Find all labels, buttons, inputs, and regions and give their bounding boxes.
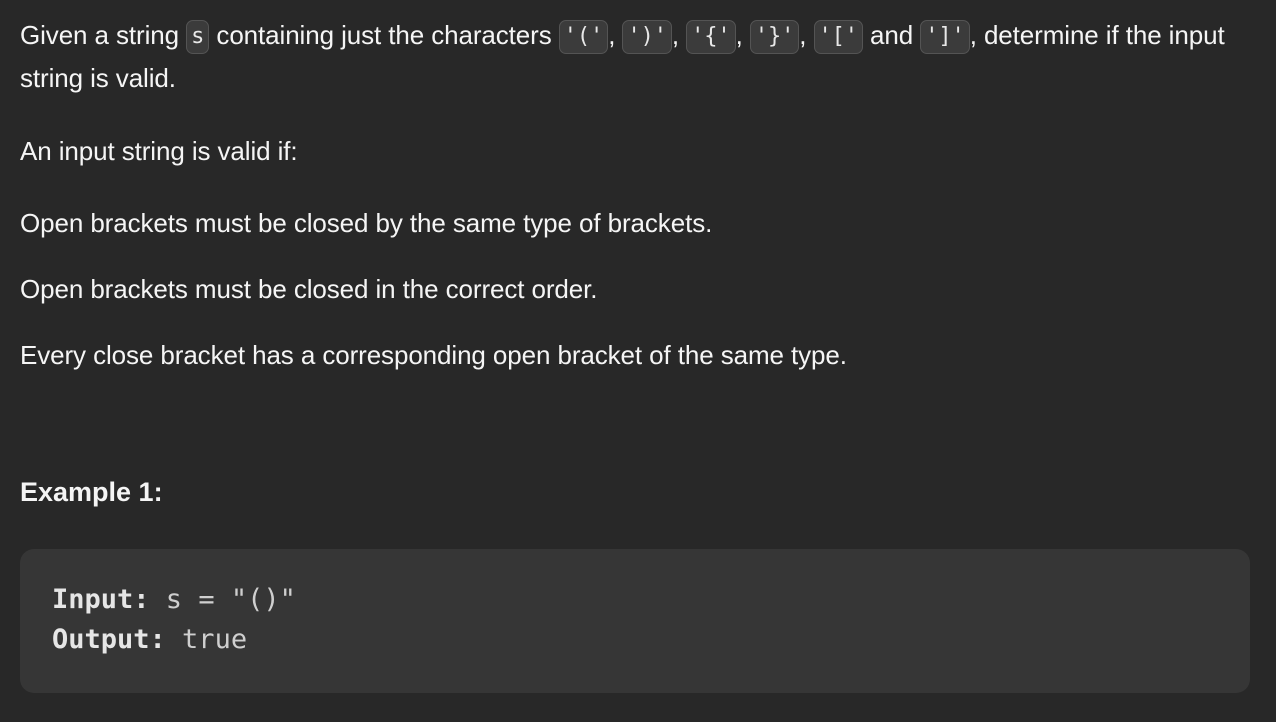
inline-code-open-bracket: '[' <box>813 20 863 54</box>
inline-code-close-paren: ')' <box>622 20 672 54</box>
intro-text: , <box>799 20 814 50</box>
output-value: true <box>165 624 248 655</box>
intro-text: , <box>608 20 623 50</box>
intro-text: , <box>735 20 750 50</box>
rule-item: Every close bracket has a corresponding … <box>20 340 847 370</box>
output-label: Output: <box>52 624 166 655</box>
rule-item: Open brackets must be closed by the same… <box>20 208 713 238</box>
problem-description: Given a string s containing just the cha… <box>20 14 1252 512</box>
input-label: Input: <box>52 584 150 615</box>
inline-code-open-brace: '{' <box>686 20 736 54</box>
rule-item: Open brackets must be closed in the corr… <box>20 274 598 304</box>
inline-code-close-brace: '}' <box>749 20 800 54</box>
valid-heading: An input string is valid if: <box>20 136 298 166</box>
problem-intro: Given a string s containing just the cha… <box>20 14 1252 100</box>
example-title: Example 1: <box>20 477 163 507</box>
intro-text: Given a string <box>20 20 187 50</box>
input-value: s = "()" <box>149 584 296 615</box>
intro-text: containing just the characters <box>209 20 559 50</box>
inline-code-open-paren: '(' <box>558 20 609 54</box>
example-code: Input: s = "()" Output: true <box>52 580 296 660</box>
intro-text: and <box>862 20 921 50</box>
inline-code-s: s <box>186 20 210 54</box>
example-code-block: Input: s = "()" Output: true <box>20 549 1250 693</box>
inline-code-close-bracket: ']' <box>920 20 970 54</box>
intro-text: , <box>671 20 687 50</box>
